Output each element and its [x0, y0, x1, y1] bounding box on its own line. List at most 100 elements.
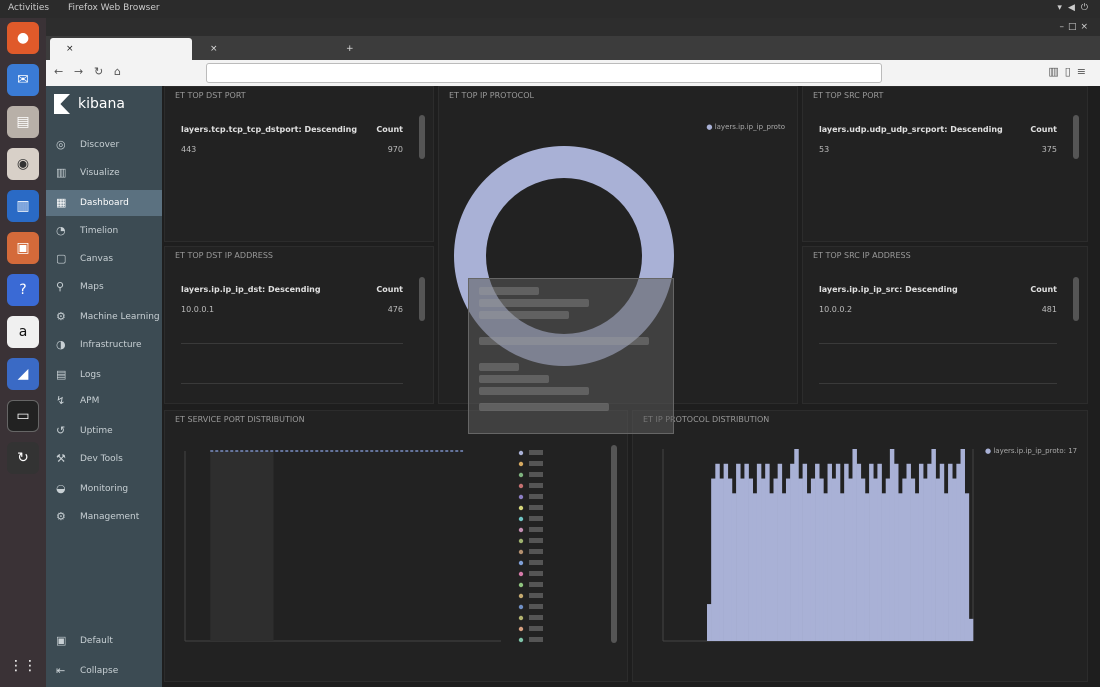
- bar: [794, 449, 799, 641]
- sidebar-item-monitoring[interactable]: ◒ Monitoring: [46, 476, 162, 502]
- tab-close-icon[interactable]: ×: [210, 44, 218, 54]
- maximize-icon[interactable]: □: [1068, 22, 1081, 32]
- system-tray[interactable]: ▾◀⏻: [1057, 3, 1094, 13]
- sidebar-item-collapse[interactable]: ⇤ Collapse: [46, 658, 162, 684]
- help-icon[interactable]: ?: [7, 274, 39, 306]
- minimize-icon[interactable]: –: [1059, 22, 1068, 32]
- reload-icon[interactable]: ↻: [94, 65, 103, 78]
- sidebar-item-machine-learning[interactable]: ⚙ Machine Learning: [46, 304, 162, 330]
- panel-top-dst-port: ET TOP DST PORT layers.tcp.tcp_tcp_dstpo…: [164, 86, 434, 242]
- amazon-icon[interactable]: a: [7, 316, 39, 348]
- tooltip-line: [479, 363, 519, 371]
- column-header[interactable]: layers.udp.udp_udp_srcport: Descending: [819, 125, 1003, 134]
- tooltip-line: [479, 403, 609, 411]
- new-tab-button[interactable]: +: [338, 38, 358, 60]
- table-row[interactable]: 10.0.0.1 476: [181, 305, 403, 319]
- activities-button[interactable]: Activities: [8, 3, 49, 13]
- compass-icon: ◎: [56, 138, 66, 151]
- software-icon[interactable]: ▣: [7, 232, 39, 264]
- column-header[interactable]: layers.ip.ip_ip_src: Descending: [819, 285, 958, 294]
- tab-2[interactable]: ×: [194, 38, 334, 60]
- bar: [752, 493, 758, 641]
- thunderbird-icon[interactable]: ✉: [7, 64, 39, 96]
- files-icon[interactable]: ▤: [7, 106, 39, 138]
- bar-chart[interactable]: [633, 411, 1089, 683]
- chart-legend[interactable]: ● layers.ip.ip_ip_proto: [706, 123, 785, 131]
- sidebar-item-label: Visualize: [80, 168, 120, 178]
- kibana-logo[interactable]: kibana: [54, 94, 154, 120]
- menu-icon[interactable]: ≡: [1077, 65, 1092, 78]
- window-controls[interactable]: –□×: [1059, 18, 1092, 36]
- table-cell[interactable]: 10.0.0.1: [181, 305, 214, 314]
- sidebar-item-dev-tools[interactable]: ⚒ Dev Tools: [46, 446, 162, 472]
- table-cell: 970: [387, 145, 403, 154]
- column-header[interactable]: Count: [376, 285, 403, 294]
- scrollbar[interactable]: [1073, 115, 1079, 159]
- legend-swatch: [518, 626, 524, 632]
- close-icon[interactable]: ×: [1080, 22, 1092, 32]
- table-cell[interactable]: 10.0.0.2: [819, 305, 852, 314]
- column-header[interactable]: Count: [1030, 125, 1057, 134]
- home-icon[interactable]: ⌂: [114, 65, 121, 78]
- bar: [736, 463, 741, 641]
- bar: [914, 493, 920, 641]
- panel-service-port-distribution: ET SERVICE PORT DISTRIBUTION: [164, 410, 628, 682]
- sidebar-item-label: Machine Learning: [80, 312, 160, 322]
- legend-scrollbar[interactable]: [611, 445, 617, 643]
- sidebar-item-discover[interactable]: ◎ Discover: [46, 132, 162, 158]
- panel-top-src-port: ET TOP SRC PORT layers.udp.udp_udp_srcpo…: [802, 86, 1088, 242]
- table-cell[interactable]: 443: [181, 145, 196, 154]
- url-bar[interactable]: [206, 63, 882, 83]
- table-row[interactable]: 10.0.0.2 481: [819, 305, 1057, 319]
- table-divider: [181, 383, 403, 384]
- sidebar-item-apm[interactable]: ↯ APM: [46, 388, 162, 414]
- table-row[interactable]: 53 375: [819, 145, 1057, 159]
- tab-active[interactable]: ×: [50, 38, 192, 60]
- scrollbar[interactable]: [1073, 277, 1079, 321]
- scrollbar[interactable]: [419, 115, 425, 159]
- back-icon[interactable]: ←: [54, 65, 63, 78]
- library-icon[interactable]: ▥: [1048, 65, 1064, 78]
- table-row[interactable]: 443 970: [181, 145, 403, 159]
- updater-icon[interactable]: ↻: [7, 442, 39, 474]
- panel-ip-protocol-distribution: ET IP PROTOCOL DISTRIBUTION ● layers.ip.…: [632, 410, 1088, 682]
- sidebar-icon[interactable]: ▯: [1065, 65, 1077, 78]
- area-chart[interactable]: [165, 411, 629, 683]
- sidebar-item-dashboard[interactable]: ▦ Dashboard: [46, 190, 162, 216]
- column-header[interactable]: Count: [376, 125, 403, 134]
- sidebar-item-logs[interactable]: ▤ Logs: [46, 362, 162, 388]
- table-divider: [819, 343, 1057, 344]
- forward-icon[interactable]: →: [74, 65, 83, 78]
- sidebar-item-default-space[interactable]: ▣ Default: [46, 628, 162, 654]
- chart-icon: ▥: [56, 166, 67, 179]
- scrollbar[interactable]: [419, 277, 425, 321]
- column-header[interactable]: Count: [1030, 285, 1057, 294]
- sidebar-item-uptime[interactable]: ↺ Uptime: [46, 418, 162, 444]
- bar: [715, 463, 720, 641]
- toolbar-icons[interactable]: ▥▯≡: [1048, 65, 1092, 78]
- bar: [765, 463, 770, 641]
- sidebar-item-maps[interactable]: ⚲ Maps: [46, 274, 162, 300]
- sidebar-item-canvas[interactable]: ▢ Canvas: [46, 246, 162, 272]
- terminal-icon[interactable]: ▭: [7, 400, 39, 432]
- column-header[interactable]: layers.tcp.tcp_tcp_dstport: Descending: [181, 125, 357, 134]
- canvas-icon: ▢: [56, 252, 67, 265]
- sound-icon[interactable]: ◉: [7, 148, 39, 180]
- wireshark-icon[interactable]: ◢: [7, 358, 39, 390]
- table-cell[interactable]: 53: [819, 145, 829, 154]
- tab-close-icon[interactable]: ×: [66, 44, 74, 54]
- table-divider: [819, 383, 1057, 384]
- writer-icon[interactable]: ▥: [7, 190, 39, 222]
- sidebar-item-visualize[interactable]: ▥ Visualize: [46, 160, 162, 186]
- sidebar-item-timelion[interactable]: ◔ Timelion: [46, 218, 162, 244]
- tooltip-line: [479, 299, 589, 307]
- bar: [711, 478, 716, 641]
- app-menu[interactable]: Firefox Web Browser: [68, 3, 160, 13]
- column-header[interactable]: layers.ip.ip_ip_dst: Descending: [181, 285, 321, 294]
- sidebar-item-management[interactable]: ⚙ Management: [46, 504, 162, 530]
- kibana-sidebar: kibana ◎ Discover ▥ Visualize ▦ Dashboard ◔…: [46, 86, 162, 687]
- sidebar-item-infrastructure[interactable]: ◑ Infrastructure: [46, 332, 162, 358]
- bar: [840, 493, 845, 641]
- app-grid-icon[interactable]: ⋮⋮: [7, 650, 39, 682]
- firefox-icon[interactable]: ●: [7, 22, 39, 54]
